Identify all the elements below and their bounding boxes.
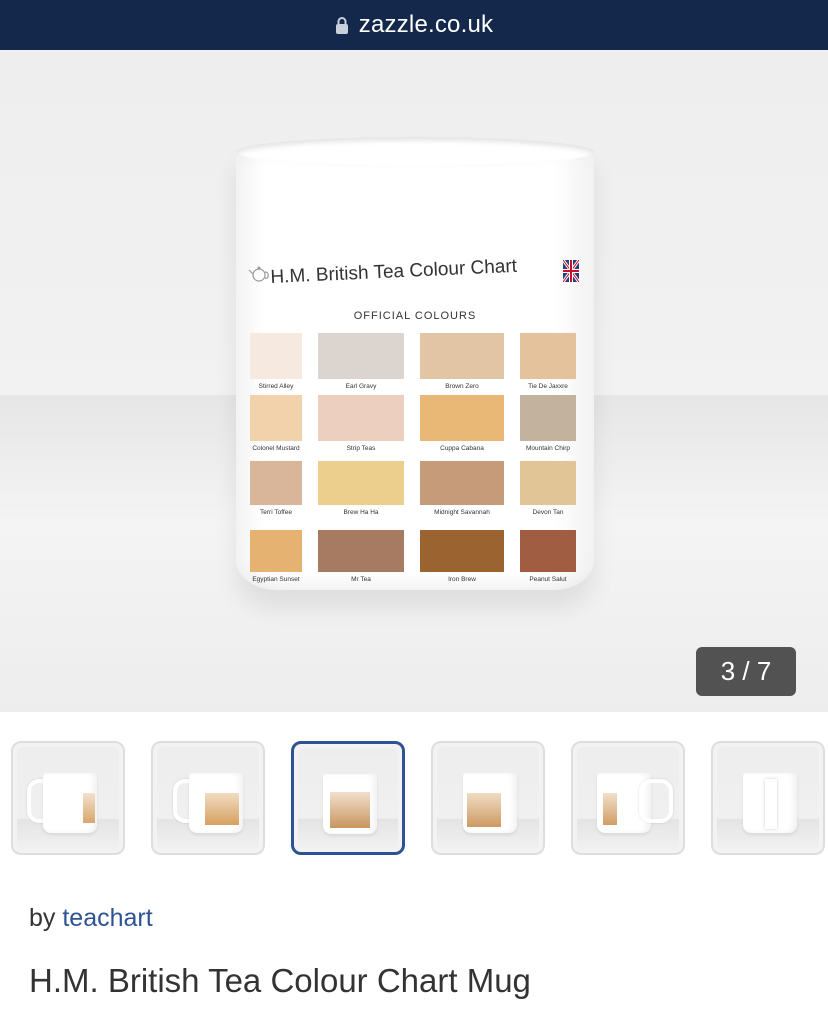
image-counter: 3 / 7 bbox=[696, 647, 796, 696]
mug-rim bbox=[236, 137, 594, 167]
colour-swatch: Egyptian Sunset bbox=[250, 530, 302, 588]
product-title: H.M. British Tea Colour Chart Mug bbox=[29, 962, 531, 999]
colour-swatch: Tie De Jaxxre bbox=[520, 333, 576, 395]
thumbnail-4[interactable] bbox=[431, 741, 545, 855]
swatch-label: Mountain Chirp bbox=[525, 445, 571, 452]
designer-byline: by teachart bbox=[29, 904, 153, 933]
swatch-chip bbox=[250, 530, 302, 572]
colour-swatch: Brew Ha Ha bbox=[318, 461, 404, 521]
colour-swatch: Strip Teas bbox=[318, 395, 404, 457]
designer-link[interactable]: teachart bbox=[62, 904, 152, 932]
swatch-label: Brew Ha Ha bbox=[343, 509, 379, 516]
swatch-label: Brown Zero bbox=[445, 383, 479, 390]
swatch-label: Terri Toffee bbox=[260, 509, 292, 516]
thumbnail-5[interactable] bbox=[571, 741, 685, 855]
swatch-chip bbox=[318, 333, 404, 379]
swatch-label: Tie De Jaxxre bbox=[528, 383, 568, 390]
swatch-chip bbox=[520, 333, 576, 379]
swatch-label: Devon Tan bbox=[532, 509, 564, 516]
swatch-chip bbox=[250, 461, 302, 505]
swatch-label: Iron Brew bbox=[448, 576, 476, 583]
colour-swatch: Colonel Mustard bbox=[250, 395, 302, 457]
thumbnail-1[interactable] bbox=[11, 741, 125, 855]
thumbnail-6[interactable] bbox=[711, 741, 825, 855]
colour-swatch: Brown Zero bbox=[420, 333, 504, 395]
colour-swatch: Terri Toffee bbox=[250, 461, 302, 521]
main-product-image[interactable]: H.M. British Tea Colour Chart OFFICIAL C… bbox=[0, 50, 828, 712]
colour-swatch: Mountain Chirp bbox=[520, 395, 576, 457]
colour-swatch: Mr Tea bbox=[318, 530, 404, 588]
swatch-label: Stirred Alley bbox=[258, 383, 294, 390]
colour-swatch: Peanut Salut bbox=[520, 530, 576, 588]
swatch-chip bbox=[520, 395, 576, 441]
swatch-chip bbox=[520, 530, 576, 572]
swatch-label: Egyptian Sunset bbox=[252, 576, 300, 583]
colour-swatch: Devon Tan bbox=[520, 461, 576, 521]
swatch-chip bbox=[250, 333, 302, 379]
by-label: by bbox=[29, 904, 56, 932]
swatch-chip bbox=[420, 461, 504, 505]
swatch-label: Colonel Mustard bbox=[252, 445, 300, 452]
colour-swatch: Iron Brew bbox=[420, 530, 504, 588]
browser-url-bar[interactable]: zazzle.co.uk bbox=[0, 0, 828, 50]
colour-swatch: Stirred Alley bbox=[250, 333, 302, 395]
url-text: zazzle.co.uk bbox=[358, 11, 494, 38]
teapot-icon bbox=[248, 266, 269, 282]
colour-swatch: Cuppa Cabana bbox=[420, 395, 504, 457]
lock-icon bbox=[335, 17, 348, 34]
colour-swatch: Midnight Savannah bbox=[420, 461, 504, 521]
thumbnail-2[interactable] bbox=[151, 741, 265, 855]
swatch-chip bbox=[420, 530, 504, 572]
mug-handle bbox=[639, 779, 673, 823]
swatch-label: Midnight Savannah bbox=[434, 509, 490, 516]
swatch-label: Cuppa Cabana bbox=[440, 445, 484, 452]
swatch-chip bbox=[520, 461, 576, 505]
swatch-chip bbox=[318, 395, 404, 441]
swatch-chip bbox=[318, 461, 404, 505]
swatch-label: Earl Gravy bbox=[345, 383, 377, 390]
chart-subtitle: OFFICIAL COLOURS bbox=[353, 310, 477, 322]
swatch-chip bbox=[420, 333, 504, 379]
thumbnail-strip bbox=[0, 741, 828, 859]
swatch-chip bbox=[318, 530, 404, 572]
union-flag-icon bbox=[563, 260, 579, 282]
chart-title: H.M. British Tea Colour Chart bbox=[270, 255, 518, 288]
swatch-chip bbox=[420, 395, 504, 441]
mug-handle bbox=[765, 779, 777, 829]
mug: H.M. British Tea Colour Chart OFFICIAL C… bbox=[236, 137, 594, 590]
thumbnail-3[interactable] bbox=[291, 741, 405, 855]
colour-swatch: Earl Gravy bbox=[318, 333, 404, 395]
swatch-label: Strip Teas bbox=[346, 445, 376, 452]
swatch-label: Mr Tea bbox=[351, 576, 371, 583]
swatch-chip bbox=[250, 395, 302, 441]
swatch-label: Peanut Salut bbox=[529, 576, 567, 583]
